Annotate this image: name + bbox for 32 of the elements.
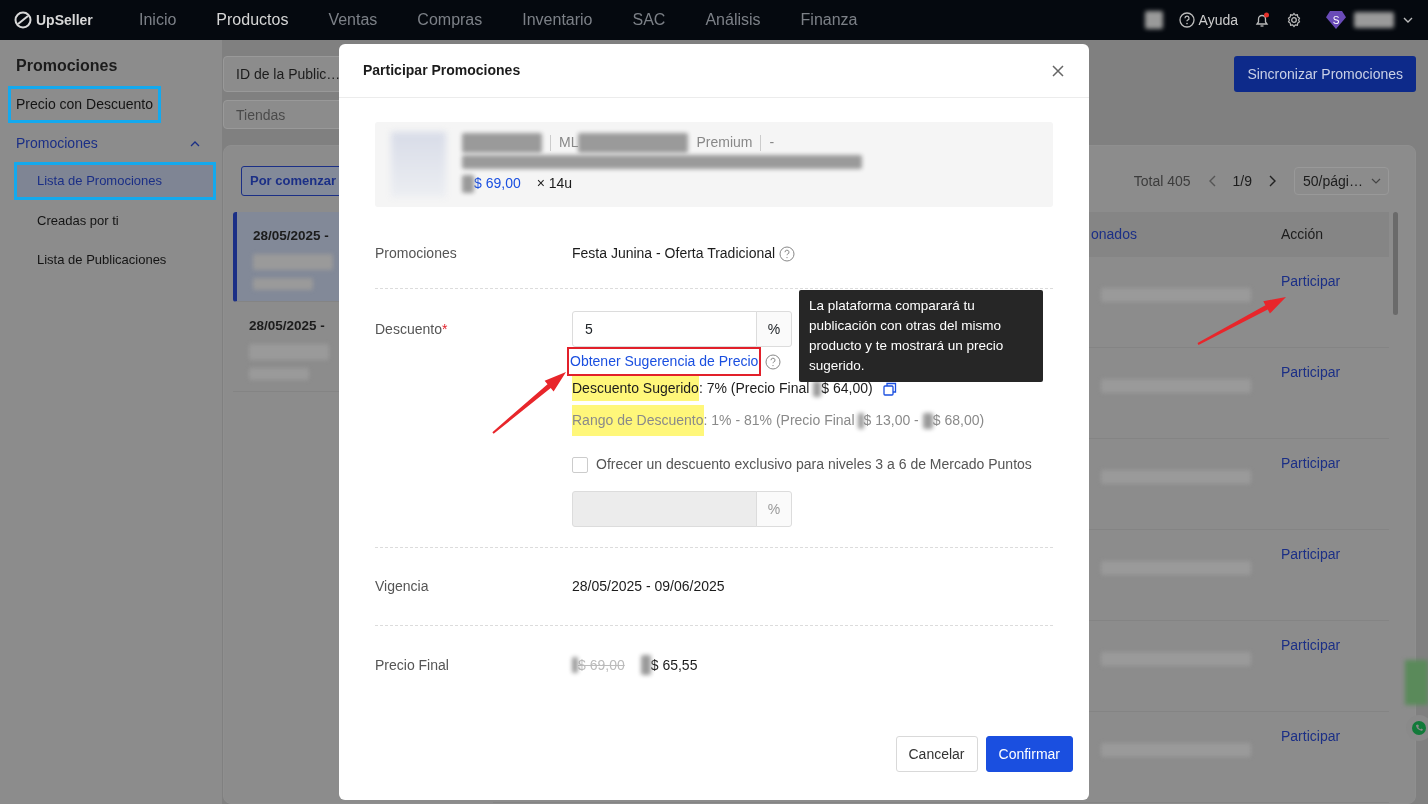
range-max: $ 68,00) <box>932 411 985 430</box>
page-indicator: 1/9 <box>1232 171 1252 191</box>
sidebar-title: Promociones <box>15 56 119 76</box>
listing-code: ML <box>559 133 579 152</box>
range-min: $ 13,00 - <box>863 411 919 430</box>
field-value: Festa Junina - Oferta Tradicional <box>572 244 776 263</box>
field-label: Vigencia <box>375 577 430 596</box>
suggested-label: Descuento Sugerido <box>572 376 699 401</box>
range-value: : 1% - 81% (Precio Final <box>703 411 855 430</box>
final-price: $ 65,55 <box>650 655 698 675</box>
product-price: $ 69,00 <box>474 174 521 193</box>
field-label: Precio Final <box>375 655 450 675</box>
column-header: Acción <box>1281 225 1325 244</box>
product-quantity: × 14u <box>536 174 573 193</box>
suggested-value: : 7% (Precio Final <box>698 379 810 398</box>
total-count: Total 405 <box>1133 171 1191 191</box>
suggested-price: $ 64,00) <box>821 379 873 398</box>
field-value: 28/05/2025 - 09/06/2025 <box>572 577 725 596</box>
original-price: $ 69,00 <box>578 655 625 675</box>
listing-type: Premium <box>696 133 753 152</box>
unit-label: % <box>756 311 792 347</box>
column-header: onados <box>1091 225 1138 244</box>
unit-label: % <box>756 491 792 527</box>
required-mark: * <box>441 320 448 339</box>
separator-text: - <box>769 133 775 152</box>
logo-text: UpSeller <box>36 10 93 30</box>
dialog-title: Participar Promociones <box>363 61 521 80</box>
checkbox-label: Ofrecer un descuento exclusivo para niveles 3 a 6 de Mercado Puntos <box>596 455 1032 474</box>
field-label: Promociones <box>375 244 458 263</box>
field-label: Descuento <box>375 320 442 339</box>
range-label: Rango de Descuento <box>572 405 704 436</box>
tooltip: La plataforma comparará tu publicación con otras del mismo producto y te mostrará un precio sugerido. <box>799 290 1043 382</box>
